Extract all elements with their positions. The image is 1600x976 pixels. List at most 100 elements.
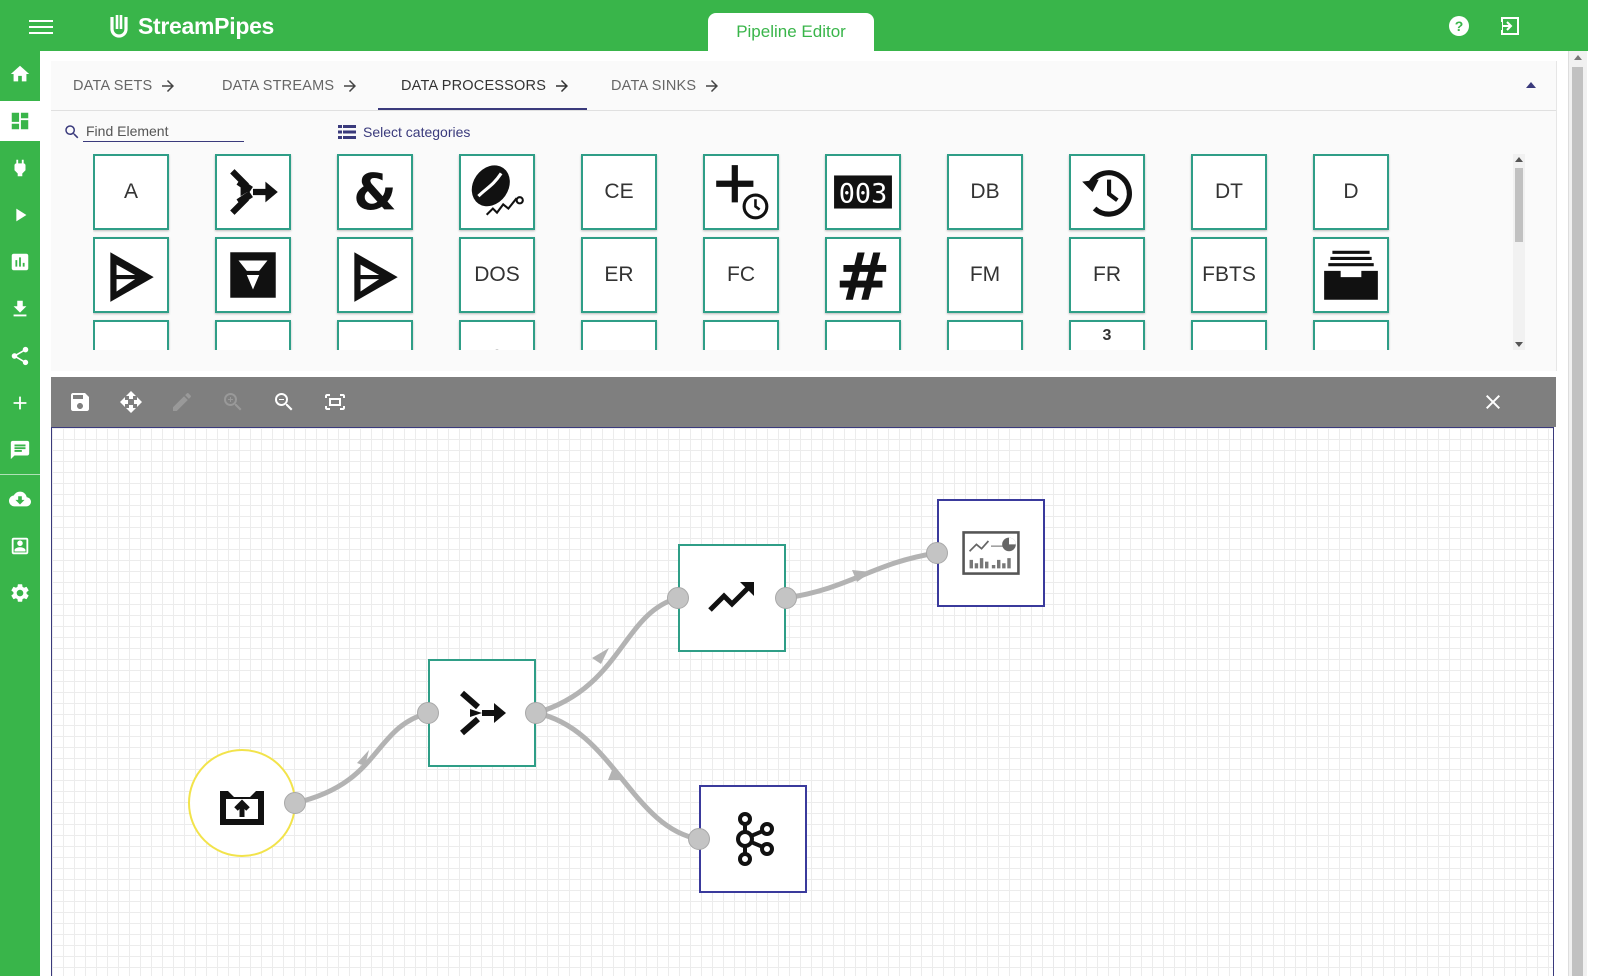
element-tile[interactable]: FM <box>947 237 1023 313</box>
sidebar-item-configuration[interactable] <box>0 573 40 613</box>
save-button[interactable] <box>68 390 92 414</box>
element-grid-scrollbar[interactable] <box>1513 154 1525 350</box>
element-tile[interactable] <box>337 320 413 350</box>
sidebar-item-app-overview[interactable] <box>0 336 40 376</box>
element-tile[interactable]: DB <box>947 154 1023 230</box>
sidebar-item-my-elements[interactable] <box>0 526 40 566</box>
dashboard-icon <box>11 112 29 130</box>
pan-button[interactable] <box>119 390 143 414</box>
edit-button[interactable] <box>170 390 194 414</box>
fit-screen-button[interactable] <box>323 390 347 414</box>
sidebar <box>0 51 40 976</box>
zoom-out-icon <box>275 393 293 411</box>
input-port[interactable] <box>417 702 439 724</box>
scroll-up-icon[interactable] <box>1515 157 1523 162</box>
element-tile[interactable]: 003 <box>825 154 901 230</box>
scrollbar-thumb[interactable] <box>1515 168 1523 242</box>
element-tile[interactable]: D <box>1313 154 1389 230</box>
sidebar-item-home[interactable] <box>0 54 40 94</box>
sidebar-item-pipeline-editor[interactable] <box>0 101 40 141</box>
scrollbar-thumb[interactable] <box>1572 67 1583 976</box>
input-port[interactable] <box>667 587 689 609</box>
element-tile[interactable]: FBTS <box>1191 237 1267 313</box>
streampipes-logo-icon <box>110 15 128 38</box>
element-tile[interactable] <box>93 237 169 313</box>
element-tile[interactable]: & <box>337 154 413 230</box>
sidebar-item-data-download[interactable] <box>0 289 40 329</box>
logout-icon[interactable] <box>1497 13 1523 39</box>
arrow-marker <box>592 648 609 664</box>
sidebar-item-notifications[interactable] <box>0 430 40 470</box>
tab-data-streams[interactable]: DATA STREAMS <box>222 61 359 110</box>
element-label: A <box>123 180 138 203</box>
output-port[interactable] <box>775 587 797 609</box>
element-tile[interactable] <box>1313 320 1389 350</box>
element-tile[interactable]: ER <box>581 237 657 313</box>
element-tile[interactable]: A <box>93 154 169 230</box>
input-port[interactable] <box>688 828 710 850</box>
element-tile[interactable] <box>581 320 657 350</box>
gear-icon <box>11 584 29 602</box>
pipeline-canvas[interactable] <box>51 427 1554 976</box>
element-tile[interactable]: 3 <box>1069 320 1145 350</box>
pipeline-node-merge[interactable] <box>428 659 536 767</box>
element-tile[interactable]: DOS <box>459 237 535 313</box>
tab-data-sets[interactable]: DATA SETS <box>73 61 177 110</box>
pipeline-node-kafka[interactable] <box>699 785 807 893</box>
merge-icon <box>230 169 278 215</box>
output-port[interactable] <box>284 792 306 814</box>
sidebar-item-pipelines[interactable] <box>0 195 40 235</box>
element-tile[interactable] <box>703 320 779 350</box>
sidebar-item-add[interactable] <box>0 383 40 423</box>
element-tile[interactable] <box>1313 237 1389 313</box>
element-tile[interactable] <box>1069 154 1145 230</box>
element-tile[interactable] <box>459 320 535 350</box>
element-tile[interactable]: DT <box>1191 154 1267 230</box>
zoom-out-button[interactable] <box>272 390 296 414</box>
active-tab-indicator <box>378 108 587 110</box>
element-tile[interactable] <box>825 320 901 350</box>
svg-text:003: 003 <box>839 178 888 209</box>
element-tile[interactable] <box>215 154 291 230</box>
element-tile[interactable] <box>215 237 291 313</box>
pipeline-node-trend[interactable] <box>678 544 786 652</box>
element-tile[interactable]: FC <box>703 237 779 313</box>
element-tile[interactable]: FR <box>1069 237 1145 313</box>
collapse-panel-icon[interactable] <box>1526 82 1536 88</box>
menu-icon[interactable] <box>29 17 53 35</box>
sidebar-item-dashboard[interactable] <box>0 242 40 282</box>
close-editor-button[interactable] <box>1481 390 1505 414</box>
search-box <box>63 121 295 143</box>
element-tile[interactable] <box>1191 320 1267 350</box>
scroll-down-icon[interactable] <box>1515 342 1523 347</box>
pipeline-node-dashboard[interactable] <box>937 499 1045 607</box>
connection-stream-merge[interactable] <box>294 710 429 806</box>
input-port[interactable] <box>926 542 948 564</box>
tab-data-processors[interactable]: DATA PROCESSORS <box>401 61 571 110</box>
element-tile[interactable] <box>947 320 1023 350</box>
merge-icon <box>460 690 506 736</box>
element-tile[interactable] <box>459 154 535 230</box>
element-tile[interactable] <box>215 320 291 350</box>
element-label: FR <box>1093 263 1121 286</box>
connection-merge-trend[interactable] <box>535 595 679 716</box>
help-icon[interactable]: ? <box>1446 13 1472 39</box>
element-tile[interactable] <box>93 320 169 350</box>
scroll-up-icon[interactable] <box>1574 55 1582 60</box>
pipeline-node-stream[interactable] <box>188 749 296 857</box>
search-input[interactable] <box>83 121 244 142</box>
kafka-icon <box>736 812 774 866</box>
tab-data-sinks[interactable]: DATA SINKS <box>611 61 721 110</box>
element-tile[interactable] <box>337 237 413 313</box>
zoom-in-button[interactable] <box>221 390 245 414</box>
element-tile[interactable]: # <box>825 237 901 313</box>
element-tile[interactable]: CE <box>581 154 657 230</box>
sidebar-item-connect[interactable] <box>0 148 40 188</box>
page-scrollbar[interactable] <box>1568 51 1587 976</box>
sidebar-item-install[interactable] <box>0 479 40 519</box>
output-port[interactable] <box>525 702 547 724</box>
partial-element-icon <box>495 349 499 350</box>
select-categories-button[interactable]: Select categories <box>338 122 470 142</box>
dashboard-chart-icon <box>962 531 1020 575</box>
element-tile[interactable] <box>703 154 779 230</box>
